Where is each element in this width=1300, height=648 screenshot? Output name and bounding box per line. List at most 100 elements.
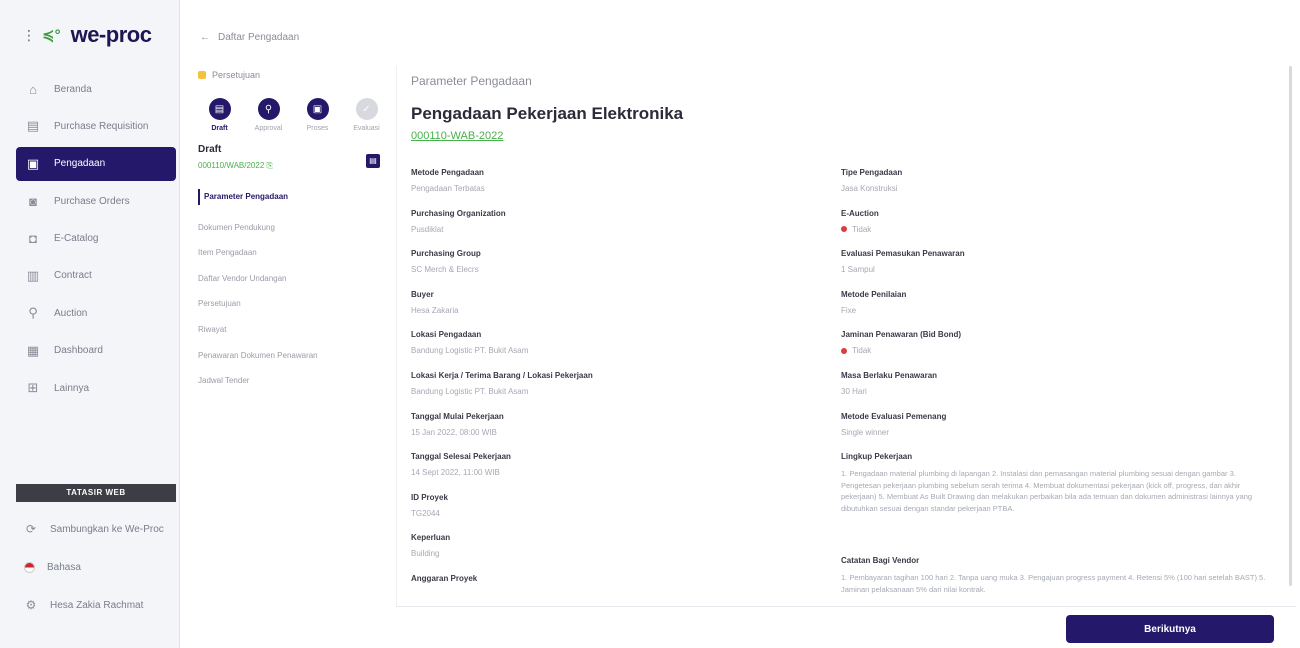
next-button[interactable]: Berikutnya — [1066, 615, 1274, 643]
status-code: 000110/WAB/2022 ⎘ — [198, 161, 273, 171]
left-fields: Metode Pengadaan Pengadaan Terbatas Purc… — [411, 168, 831, 606]
status-block: Draft 000110/WAB/2022 ⎘ ▤ — [198, 144, 384, 171]
field-lokasi-pengadaan: Lokasi Pengadaan Bandung Logistic PT. Bu… — [411, 330, 831, 371]
user-icon: ⚙ — [25, 598, 37, 612]
sidebar-connect[interactable]: ⟳ Sambungkan ke We-Proc — [16, 510, 176, 548]
field-value-text: Tidak — [852, 346, 872, 356]
field-e-auction: E-Auction Tidak — [841, 209, 1261, 250]
sidebar-item-auction[interactable]: ⚲ Auction — [16, 296, 176, 330]
back-link[interactable]: ← Daftar Pengadaan — [200, 32, 299, 43]
field-tipe-pengadaan: Tipe Pengadaan Jasa Konstruksi — [841, 168, 1261, 209]
copy-icon[interactable]: ⎘ — [267, 161, 273, 170]
field-value-text: SC Merch & Elecrs — [411, 265, 479, 275]
field-label: Metode Pengadaan — [411, 168, 484, 177]
logo-icon: ≼° — [42, 27, 61, 44]
field-value-text: 1. Pembayaran tagihan 100 hari 2. Tanpa … — [841, 573, 1266, 594]
field-label: Lingkup Pekerjaan — [841, 452, 913, 462]
clipboard-icon: ▣ — [26, 155, 40, 171]
sidebar-item-pengadaan[interactable]: ▣ Pengadaan — [16, 146, 176, 181]
field-label: Tanggal Mulai Pekerjaan — [411, 411, 504, 421]
status-title: Draft — [198, 144, 222, 155]
field-keperluan: Keperluan Building — [411, 533, 831, 574]
field-value: 14 Sept 2022, 11:00 WIB — [411, 468, 831, 477]
section-item-dokumen[interactable]: Dokumen Pendukung — [198, 215, 384, 241]
sidebar-item-lainnya[interactable]: ⊞ Lainnya — [16, 371, 176, 405]
step-proses[interactable]: ▣ Proses — [300, 98, 335, 132]
field-label: Tipe Pengadaan — [841, 168, 903, 177]
field-evaluasi-pemasukan: Evaluasi Pemasukan Penawaran 1 Sampul — [841, 249, 1261, 290]
field-metode-evaluasi: Metode Evaluasi Pemenang Single winner — [841, 412, 1261, 453]
sidebar-language[interactable]: Bahasa — [16, 548, 176, 586]
field-label: Anggaran Proyek — [411, 573, 478, 583]
step-label: Approval — [254, 125, 283, 132]
field-metode-pengadaan: Metode Pengadaan Pengadaan Terbatas — [411, 168, 831, 209]
footer-bar: Berikutnya — [396, 606, 1296, 648]
field-tanggal-selesai: Tanggal Selesai Pekerjaan 14 Sept 2022, … — [411, 452, 831, 493]
procurement-code-link[interactable]: 000110-WAB-2022 — [411, 130, 503, 142]
sidebar-item-label: Beranda — [54, 83, 92, 95]
step-evaluasi[interactable]: ✓ Evaluasi — [349, 98, 384, 132]
field-value-text: 15 Jan 2022, 08:00 WIB — [411, 427, 497, 437]
section-item-parameter[interactable]: Parameter Pengadaan — [198, 189, 384, 205]
section-item-riwayat[interactable]: Riwayat — [198, 317, 384, 343]
logo-row: ⋮ ≼° we-proc — [22, 22, 152, 48]
field-value-text: 14 Sept 2022, 11:00 WIB — [411, 468, 500, 478]
sidebar-user[interactable]: ⚙ Hesa Zakia Rachmat — [16, 586, 176, 624]
sidebar-item-beranda[interactable]: ⌂ Beranda — [16, 72, 176, 106]
section-item-jadwal[interactable]: Jadwal Tender — [198, 368, 384, 394]
dashboard-icon: ▦ — [26, 342, 40, 358]
main-content: Parameter Pengadaan Pengadaan Pekerjaan … — [396, 66, 1296, 606]
catalog-icon: ◘ — [29, 231, 37, 247]
field-anggaran-proyek: Anggaran Proyek — [411, 574, 831, 606]
sidebar-item-contract[interactable]: ▥ Contract — [16, 259, 176, 293]
sidebar: ⋮ ≼° we-proc ⌂ Beranda ▤ Purchase Requis… — [0, 0, 180, 648]
sidebar-item-purchase-orders[interactable]: ◙ Purchase Orders — [16, 184, 176, 218]
sidebar-item-label: Pengadaan — [54, 158, 106, 170]
status-dot-icon — [841, 226, 847, 233]
flag-icon — [24, 561, 35, 573]
field-value: Building — [411, 549, 831, 558]
tatasir-web-button[interactable]: TATASIR WEB — [16, 484, 176, 502]
status-code-text: 000110/WAB/2022 — [198, 161, 265, 170]
section-item-vendor[interactable]: Daftar Vendor Undangan — [198, 266, 384, 292]
section-item-item[interactable]: Item Pengadaan — [198, 240, 384, 266]
sidebar-item-label: E-Catalog — [54, 233, 99, 245]
section-subtitle: Parameter Pengadaan — [411, 74, 532, 88]
link-icon: ⟳ — [25, 522, 37, 536]
field-value: Tidak — [841, 346, 1261, 355]
document-icon: ▤ — [208, 98, 231, 120]
field-value-text: Pengadaan Terbatas — [411, 184, 485, 193]
field-value-text: TG2044 — [411, 508, 440, 518]
page-title: Pengadaan Pekerjaan Elektronika — [411, 104, 684, 123]
document-icon: ▤ — [26, 118, 40, 134]
sidebar-item-label: Auction — [54, 307, 88, 319]
step-draft[interactable]: ▤ Draft — [202, 98, 237, 132]
sidebar-item-e-catalog[interactable]: ◘ E-Catalog — [16, 222, 176, 256]
menu-icon[interactable]: ⋮ — [22, 27, 36, 44]
back-link-label: Daftar Pengadaan — [218, 32, 300, 43]
step-approval[interactable]: ⚲ Approval — [251, 98, 286, 132]
step-label: Evaluasi — [353, 125, 380, 132]
document-icon[interactable]: ▤ — [366, 154, 380, 168]
field-label: Catatan Bagi Vendor — [841, 556, 920, 566]
field-label: Purchasing Organization — [411, 208, 506, 218]
field-value: 1 Sampul — [841, 265, 1261, 274]
field-label: Lokasi Kerja / Terima Barang / Lokasi Pe… — [411, 370, 593, 380]
field-value: Hesa Zakaria — [411, 306, 831, 315]
logo[interactable]: we-proc — [71, 22, 152, 48]
sidebar-language-label: Bahasa — [47, 561, 81, 573]
contract-icon: ▥ — [26, 267, 40, 283]
status-indicator: Persetujuan — [198, 66, 384, 84]
section-item-penawaran[interactable]: Penawaran Dokumen Penawaran — [198, 343, 384, 369]
scrollbar[interactable] — [1289, 66, 1292, 586]
field-jaminan-penawaran: Jaminan Penawaran (Bid Bond) Tidak — [841, 330, 1261, 371]
field-value: SC Merch & Elecrs — [411, 265, 831, 274]
section-item-persetujuan[interactable]: Persetujuan — [198, 291, 384, 317]
field-value: Fixe — [841, 306, 1261, 315]
field-label: Purchasing Group — [411, 249, 481, 259]
sidebar-item-dashboard[interactable]: ▦ Dashboard — [16, 334, 176, 368]
sidebar-item-purchase-requisition[interactable]: ▤ Purchase Requisition — [16, 109, 176, 143]
step-label: Draft — [211, 125, 228, 132]
field-catatan-vendor: Catatan Bagi Vendor 1. Pembayaran tagiha… — [841, 556, 1265, 597]
field-metode-penilaian: Metode Penilaian Fixe — [841, 290, 1261, 331]
